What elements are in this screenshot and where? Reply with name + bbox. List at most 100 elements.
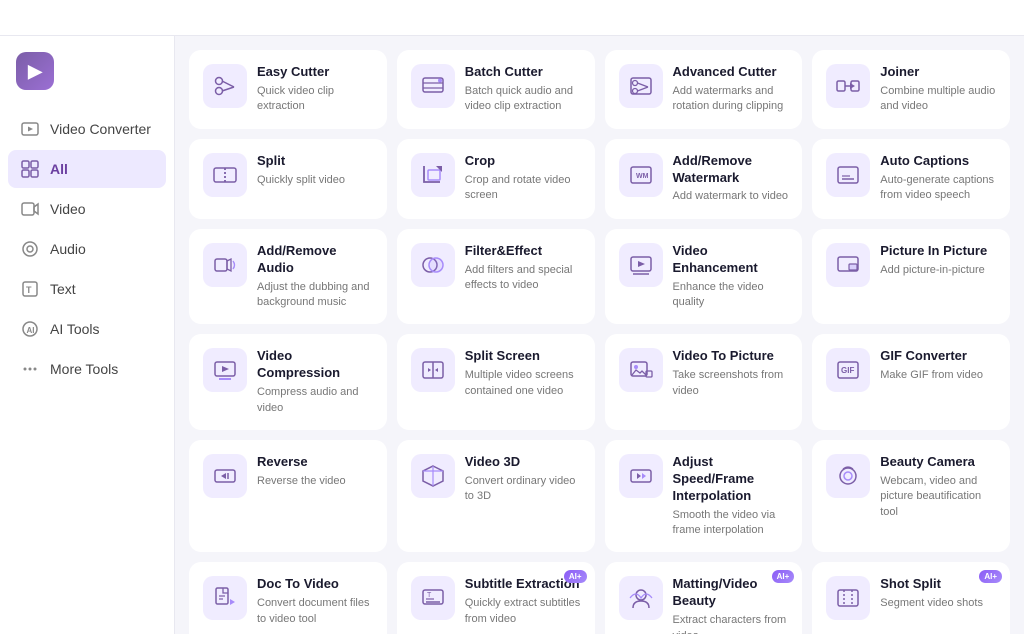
filter-effect-info: Filter&Effect Add filters and special ef… xyxy=(465,243,581,294)
beauty-camera-info: Beauty Camera Webcam, video and picture … xyxy=(880,454,996,520)
tool-card-video-enhancement[interactable]: Video Enhancement Enhance the video qual… xyxy=(605,229,803,325)
ai-tools-icon: AI xyxy=(20,319,40,339)
batch-cutter-info: Batch Cutter Batch quick audio and video… xyxy=(465,64,581,115)
video-enhancement-icon xyxy=(619,243,663,287)
sidebar-item-video-converter[interactable]: Video Converter xyxy=(8,110,166,148)
add-remove-audio-desc: Adjust the dubbing and background music xyxy=(257,280,373,311)
add-remove-watermark-icon: WM xyxy=(619,153,663,197)
sidebar-item-all[interactable]: All xyxy=(8,150,166,188)
sidebar-label-ai-tools: AI Tools xyxy=(50,321,100,337)
matting-video-beauty-name: Matting/Video Beauty xyxy=(673,576,789,610)
video-icon xyxy=(20,199,40,219)
sidebar-item-ai-tools[interactable]: AI AI Tools xyxy=(8,310,166,348)
svg-text:T: T xyxy=(26,285,32,295)
easy-cutter-desc: Quick video clip extraction xyxy=(257,84,373,115)
tool-card-easy-cutter[interactable]: Easy Cutter Quick video clip extraction xyxy=(189,50,387,129)
joiner-info: Joiner Combine multiple audio and video xyxy=(880,64,996,115)
tool-card-subtitle-extraction[interactable]: T Subtitle Extraction Quickly extract su… xyxy=(397,562,595,634)
tools-grid-wrapper[interactable]: Easy Cutter Quick video clip extraction … xyxy=(175,36,1024,634)
gif-converter-name: GIF Converter xyxy=(880,348,996,365)
auto-captions-name: Auto Captions xyxy=(880,153,996,170)
joiner-icon xyxy=(826,64,870,108)
batch-cutter-icon xyxy=(411,64,455,108)
matting-video-beauty-icon xyxy=(619,576,663,620)
video-3d-icon xyxy=(411,454,455,498)
tool-card-crop[interactable]: Crop Crop and rotate video screen xyxy=(397,139,595,219)
tool-card-batch-cutter[interactable]: Batch Cutter Batch quick audio and video… xyxy=(397,50,595,129)
advanced-cutter-name: Advanced Cutter xyxy=(673,64,789,81)
subtitle-extraction-desc: Quickly extract subtitles from video xyxy=(465,596,581,627)
video-to-picture-info: Video To Picture Take screenshots from v… xyxy=(673,348,789,399)
picture-in-picture-name: Picture In Picture xyxy=(880,243,996,260)
tool-card-add-remove-audio[interactable]: Add/Remove Audio Adjust the dubbing and … xyxy=(189,229,387,325)
add-remove-audio-name: Add/Remove Audio xyxy=(257,243,373,277)
tool-card-shot-split[interactable]: Shot Split Segment video shots AI+ xyxy=(812,562,1010,634)
tool-card-matting-video-beauty[interactable]: Matting/Video Beauty Extract characters … xyxy=(605,562,803,634)
tool-card-beauty-camera[interactable]: Beauty Camera Webcam, video and picture … xyxy=(812,440,1010,552)
reverse-info: Reverse Reverse the video xyxy=(257,454,373,489)
tool-card-adjust-speed[interactable]: Adjust Speed/Frame Interpolation Smooth … xyxy=(605,440,803,552)
reverse-desc: Reverse the video xyxy=(257,474,373,489)
maximize-button[interactable] xyxy=(966,10,982,26)
svg-text:AI: AI xyxy=(27,326,35,335)
gif-converter-desc: Make GIF from video xyxy=(880,368,996,383)
doc-to-video-icon xyxy=(203,576,247,620)
advanced-cutter-info: Advanced Cutter Add watermarks and rotat… xyxy=(673,64,789,115)
beauty-camera-desc: Webcam, video and picture beautification… xyxy=(880,474,996,520)
split-icon xyxy=(203,153,247,197)
auto-captions-info: Auto Captions Auto-generate captions fro… xyxy=(880,153,996,204)
split-screen-name: Split Screen xyxy=(465,348,581,365)
filter-effect-icon xyxy=(411,243,455,287)
close-button[interactable] xyxy=(996,10,1012,26)
shot-split-icon xyxy=(826,576,870,620)
tool-card-split[interactable]: Split Quickly split video xyxy=(189,139,387,219)
sidebar-item-more-tools[interactable]: More Tools xyxy=(8,350,166,388)
tool-card-split-screen[interactable]: Split Screen Multiple video screens cont… xyxy=(397,334,595,430)
sidebar-label-more-tools: More Tools xyxy=(50,361,118,377)
sidebar-nav: Video Converter All Video Audio T Text A… xyxy=(0,110,174,388)
matting-video-beauty-desc: Extract characters from video xyxy=(673,613,789,634)
tool-card-joiner[interactable]: Joiner Combine multiple audio and video xyxy=(812,50,1010,129)
sidebar-item-video[interactable]: Video xyxy=(8,190,166,228)
tool-card-video-to-picture[interactable]: Video To Picture Take screenshots from v… xyxy=(605,334,803,430)
tool-card-video-compression[interactable]: Video Compression Compress audio and vid… xyxy=(189,334,387,430)
split-info: Split Quickly split video xyxy=(257,153,373,188)
doc-to-video-desc: Convert document files to video tool xyxy=(257,596,373,627)
adjust-speed-name: Adjust Speed/Frame Interpolation xyxy=(673,454,789,505)
split-name: Split xyxy=(257,153,373,170)
tool-card-gif-converter[interactable]: GIF GIF Converter Make GIF from video xyxy=(812,334,1010,430)
advanced-cutter-icon xyxy=(619,64,663,108)
app-logo: ▶ xyxy=(0,52,174,110)
picture-in-picture-desc: Add picture-in-picture xyxy=(880,263,996,278)
video-3d-desc: Convert ordinary video to 3D xyxy=(465,474,581,505)
tool-card-filter-effect[interactable]: Filter&Effect Add filters and special ef… xyxy=(397,229,595,325)
sidebar-item-audio[interactable]: Audio xyxy=(8,230,166,268)
more-tools-icon xyxy=(20,359,40,379)
svg-text:WM: WM xyxy=(636,173,649,180)
video-compression-icon xyxy=(203,348,247,392)
video-compression-info: Video Compression Compress audio and vid… xyxy=(257,348,373,416)
video-to-picture-icon xyxy=(619,348,663,392)
tool-card-reverse[interactable]: Reverse Reverse the video xyxy=(189,440,387,552)
advanced-cutter-desc: Add watermarks and rotation during clipp… xyxy=(673,84,789,115)
tools-grid: Easy Cutter Quick video clip extraction … xyxy=(189,50,1010,634)
joiner-name: Joiner xyxy=(880,64,996,81)
tool-card-picture-in-picture[interactable]: Picture In Picture Add picture-in-pictur… xyxy=(812,229,1010,325)
shot-split-info: Shot Split Segment video shots xyxy=(880,576,996,611)
sidebar-label-audio: Audio xyxy=(50,241,86,257)
shot-split-ai-badge: AI+ xyxy=(979,570,1002,583)
sidebar-item-text[interactable]: T Text xyxy=(8,270,166,308)
reverse-name: Reverse xyxy=(257,454,373,471)
easy-cutter-info: Easy Cutter Quick video clip extraction xyxy=(257,64,373,115)
video-compression-desc: Compress audio and video xyxy=(257,385,373,416)
tool-card-doc-to-video[interactable]: Doc To Video Convert document files to v… xyxy=(189,562,387,634)
minimize-button[interactable] xyxy=(936,10,952,26)
split-desc: Quickly split video xyxy=(257,173,373,188)
video-compression-name: Video Compression xyxy=(257,348,373,382)
add-remove-watermark-info: Add/Remove Watermark Add watermark to vi… xyxy=(673,153,789,205)
tool-card-advanced-cutter[interactable]: Advanced Cutter Add watermarks and rotat… xyxy=(605,50,803,129)
tool-card-auto-captions[interactable]: Auto Captions Auto-generate captions fro… xyxy=(812,139,1010,219)
tool-card-video-3d[interactable]: Video 3D Convert ordinary video to 3D xyxy=(397,440,595,552)
tool-card-add-remove-watermark[interactable]: WM Add/Remove Watermark Add watermark to… xyxy=(605,139,803,219)
matting-video-beauty-info: Matting/Video Beauty Extract characters … xyxy=(673,576,789,634)
